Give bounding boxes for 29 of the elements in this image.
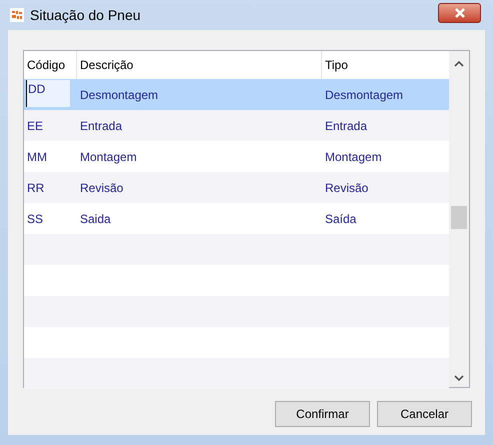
table-cell-text: Montagem xyxy=(80,148,137,166)
table-cell-text: MM xyxy=(26,149,47,166)
table-cell-text: SS xyxy=(26,211,44,228)
table-cell-text: Desmontagem xyxy=(80,86,158,104)
dialog-button[interactable]: Confirmar xyxy=(275,401,370,427)
table-cell-text: Entrada xyxy=(80,118,122,134)
table-cell-text: Entrada xyxy=(325,118,368,134)
table-cell-text: Montagem xyxy=(325,148,382,166)
window-title: Situação do Pneu xyxy=(30,6,141,25)
scroll-down-icon[interactable] xyxy=(454,375,464,381)
app-logo-icon xyxy=(10,8,24,22)
scroll-thumb[interactable] xyxy=(451,206,467,229)
table-cell-text: Revisão xyxy=(80,180,124,196)
scroll-up-icon[interactable] xyxy=(454,61,464,67)
column-header[interactable]: Tipo xyxy=(322,51,449,79)
table-cell-text: RR xyxy=(26,180,44,197)
table-row[interactable]: DD Desmontagem Desmontagem xyxy=(24,79,449,110)
close-button[interactable] xyxy=(438,3,481,23)
table-cell-text: Saida xyxy=(80,210,111,228)
table-cell-text: Desmontagem xyxy=(325,86,404,104)
scrollbar[interactable] xyxy=(449,51,469,387)
table-cell-text: Revisão xyxy=(325,180,368,196)
close-icon xyxy=(454,8,466,18)
code-field[interactable]: DD xyxy=(26,80,70,107)
dialog-button[interactable]: Cancelar xyxy=(377,401,472,427)
table-cell-text: EE xyxy=(26,118,44,135)
table-row[interactable]: RR Revisão Revisão xyxy=(24,172,449,203)
table-cell-text: Saída xyxy=(325,210,356,228)
table-row[interactable]: EE Entrada Entrada xyxy=(24,110,449,141)
